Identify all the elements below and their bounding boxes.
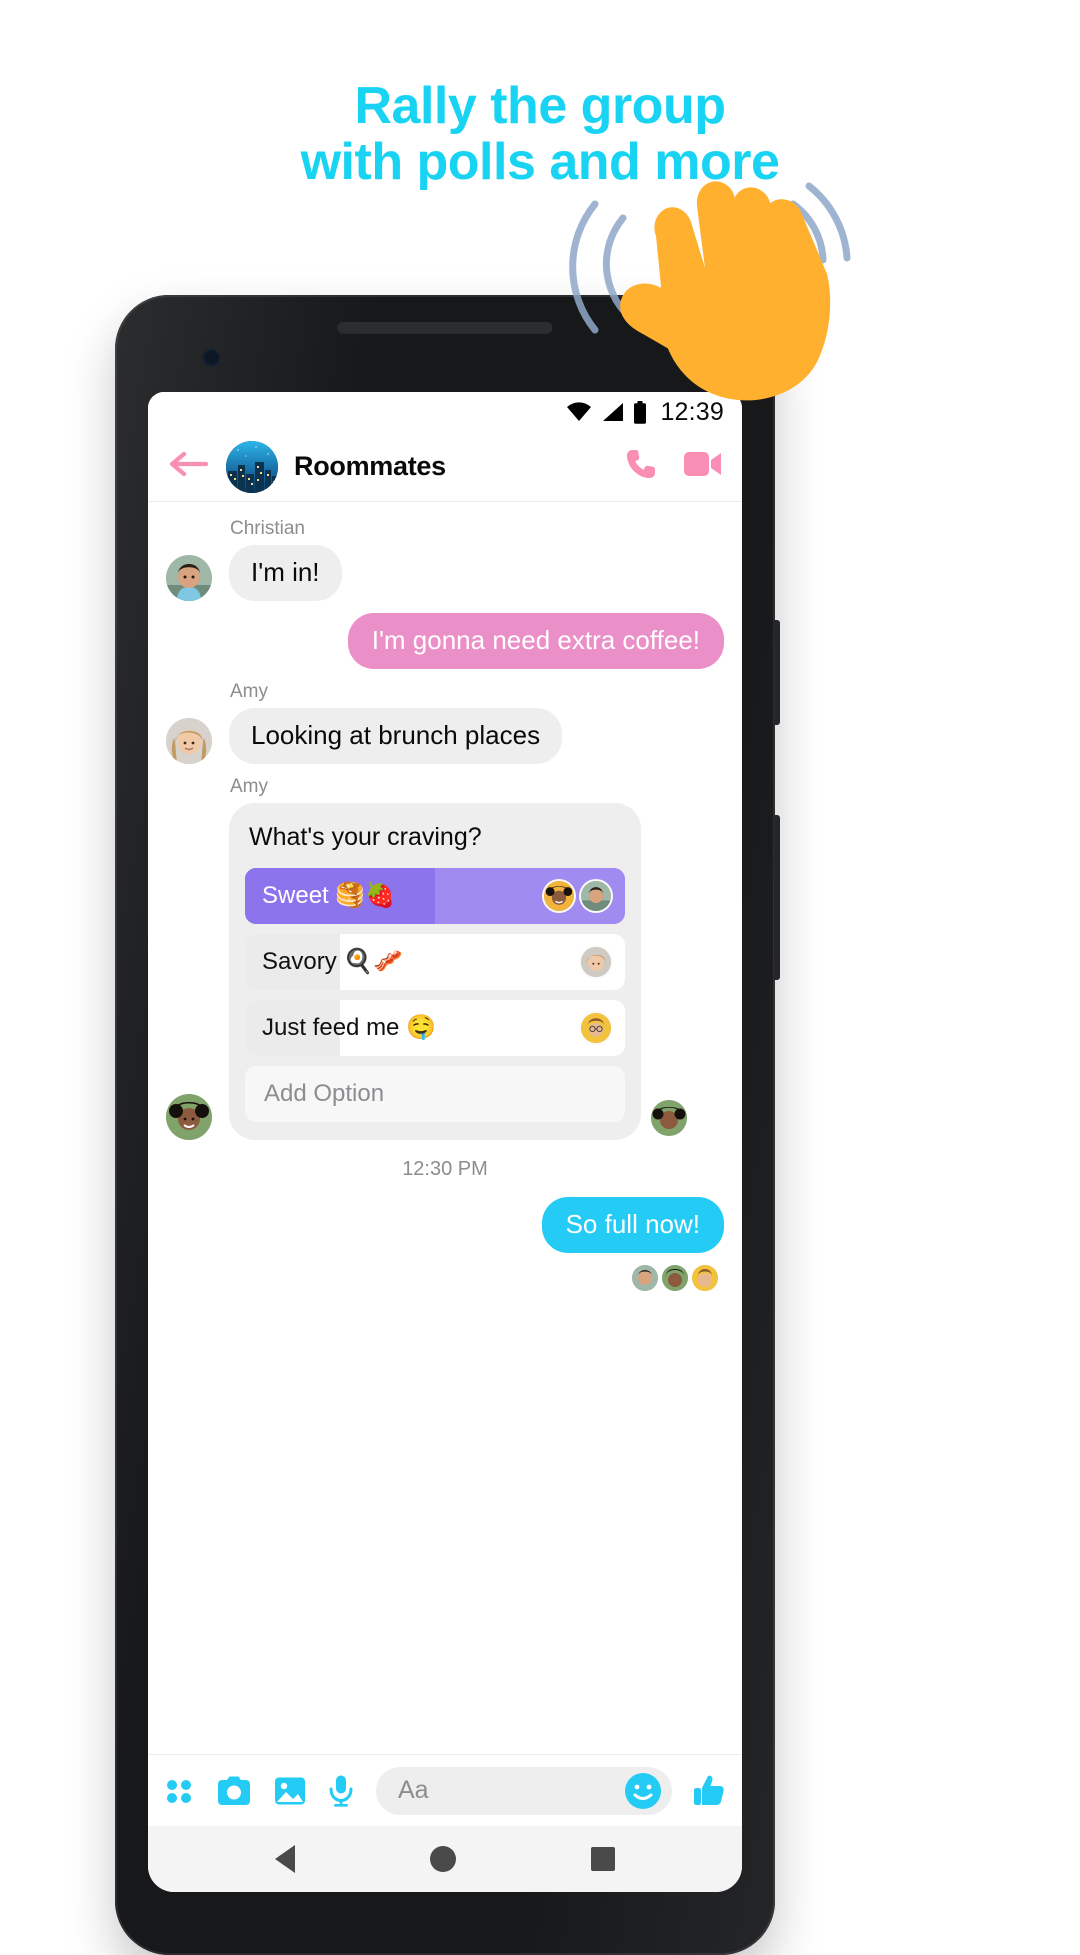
jade-avatar-small (651, 1099, 687, 1136)
thumbs-up-icon[interactable] (692, 1774, 726, 1808)
message-thread: Christian I'm in! I'm gonna need extra c… (148, 502, 742, 1754)
message-bubble-outgoing[interactable]: So full now! (541, 1196, 724, 1253)
poll-option[interactable]: Savory 🍳🥓 (245, 933, 625, 990)
seen-by-avatars (166, 1264, 724, 1291)
seen-chris (632, 1264, 658, 1291)
battery-icon (633, 400, 647, 424)
seen-sam (692, 1264, 718, 1291)
phone-front-camera (203, 349, 220, 366)
voter-jade (542, 878, 576, 913)
poll-question: What's your craving? (249, 822, 482, 851)
wifi-icon (566, 402, 592, 422)
phone-call-icon[interactable] (624, 447, 658, 486)
voter-sam (579, 1010, 613, 1045)
poll-message-row: What's your craving? Sweet 🥞🍓 Savory 🍳🥓 … (166, 802, 724, 1140)
group-avatar-city-skyline[interactable] (226, 440, 278, 493)
message-row-outgoing: So full now! (166, 1196, 724, 1253)
gallery-icon[interactable] (274, 1776, 306, 1806)
poll-sender-name: Amy (230, 775, 268, 797)
message-input[interactable]: Aa (376, 1766, 672, 1815)
status-bar-clock: 12:39 (660, 397, 724, 426)
message-bubble[interactable]: Looking at brunch places (229, 707, 563, 764)
video-call-icon[interactable] (684, 450, 722, 483)
android-recents-button[interactable] (590, 1847, 615, 1871)
message-row-incoming: Looking at brunch places (166, 707, 724, 764)
android-home-button[interactable] (429, 1846, 456, 1872)
seen-jade (662, 1264, 688, 1291)
christian-avatar[interactable] (166, 554, 212, 601)
jade-avatar[interactable] (166, 1093, 212, 1140)
poll-option-label: Savory 🍳🥓 (262, 948, 404, 976)
thread-timestamp: 12:30 PM (402, 1157, 488, 1180)
promo-headline: Rally the group with polls and more (0, 78, 1080, 190)
message-bubble[interactable]: I'm in! (229, 545, 342, 601)
amy-avatar[interactable] (166, 717, 212, 764)
message-input-placeholder: Aa (398, 1776, 429, 1804)
android-back-button[interactable] (275, 1845, 296, 1873)
back-arrow-icon[interactable] (168, 449, 209, 484)
poll-option[interactable]: Sweet 🥞🍓 (245, 867, 625, 924)
apps-grid-icon[interactable] (164, 1776, 194, 1806)
message-bubble-outgoing[interactable]: I'm gonna need extra coffee! (347, 612, 724, 669)
poll-option-label: Sweet 🥞🍓 (262, 882, 396, 910)
chat-title: Roommates (294, 451, 446, 481)
poll-option-label: Just feed me 🤤 (262, 1014, 436, 1042)
phone-power-button[interactable] (774, 620, 780, 725)
poll-option-voters (542, 878, 613, 913)
chat-header: Roommates (148, 432, 742, 502)
message-row-incoming: I'm in! (166, 545, 724, 601)
promo-headline-line1: Rally the group (354, 77, 726, 135)
cellular-signal-icon (601, 402, 624, 422)
voter-amy (579, 944, 613, 979)
microphone-icon[interactable] (328, 1775, 354, 1807)
phone-screen: 12:39 Roommates Christian I'm in! I'm go… (148, 392, 742, 1892)
message-sender-name: Amy (230, 680, 268, 702)
add-option-button[interactable]: Add Option (245, 1065, 625, 1122)
poll-option-voters (579, 944, 613, 979)
smiley-face-icon[interactable] (624, 1772, 662, 1810)
status-bar: 12:39 (148, 392, 742, 432)
message-sender-name: Christian (230, 518, 305, 539)
poll-card: What's your craving? Sweet 🥞🍓 Savory 🍳🥓 … (229, 802, 641, 1140)
camera-icon[interactable] (216, 1776, 252, 1806)
phone-volume-button[interactable] (774, 815, 780, 980)
phone-earpiece (337, 322, 553, 333)
poll-option-voters (579, 1010, 613, 1045)
message-composer: Aa (148, 1754, 742, 1826)
promo-headline-line2: with polls and more (300, 133, 780, 192)
android-navigation-bar (148, 1826, 742, 1892)
voter-chris (579, 878, 613, 913)
message-row-outgoing: I'm gonna need extra coffee! (166, 612, 724, 669)
poll-option[interactable]: Just feed me 🤤 (245, 999, 625, 1056)
phone-device-frame: 12:39 Roommates Christian I'm in! I'm go… (115, 295, 780, 1955)
